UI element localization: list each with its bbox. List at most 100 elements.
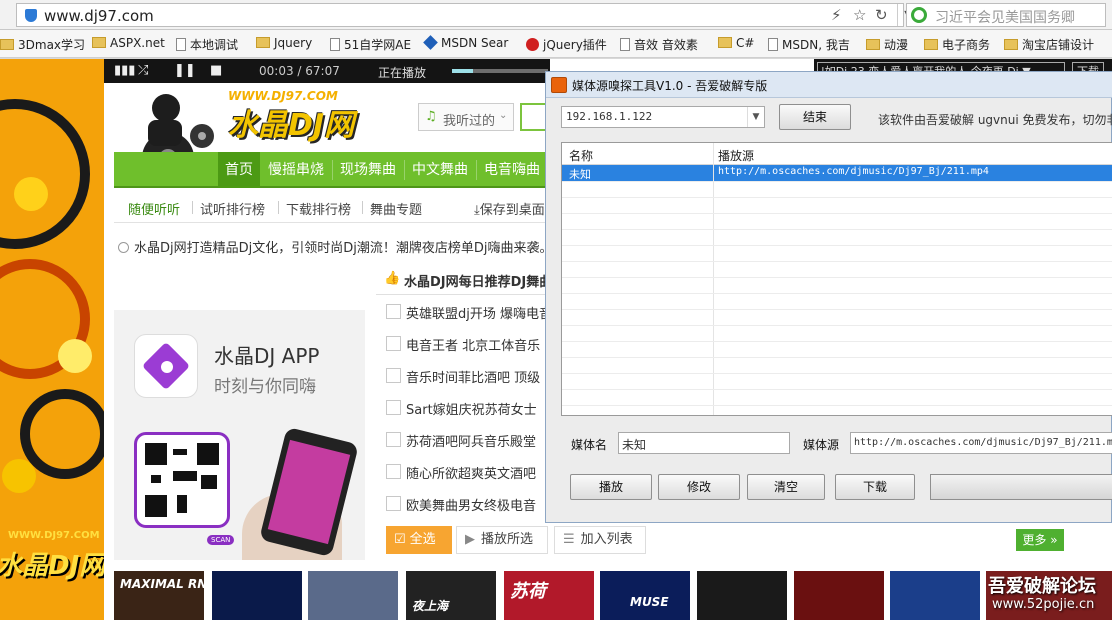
chevron-down-icon[interactable]: ▼	[747, 107, 764, 127]
bookmark-item[interactable]: C#	[718, 36, 754, 50]
list-item[interactable]: 欧美舞曲男女终极电音	[386, 488, 548, 520]
qr-block	[173, 449, 187, 455]
media-source-field[interactable]: http://m.oscaches.com/djmusic/Dj97_Bj/21…	[850, 432, 1112, 454]
checkbox[interactable]	[386, 336, 401, 351]
album-thumbnail[interactable]: MAXIMAL RNB	[114, 571, 204, 620]
checkbox[interactable]	[386, 400, 401, 415]
stop-icon[interactable]: ■	[210, 63, 222, 78]
window-titlebar[interactable]: 媒体源嗅探工具V1.0 - 吾爱破解专版	[546, 72, 1112, 98]
edit-button[interactable]: 修改	[658, 474, 740, 500]
bookmark-item[interactable]: 本地调试	[176, 36, 238, 53]
song-title[interactable]: 电音王者 北京工体音乐	[406, 335, 540, 354]
site-logo[interactable]: 水晶DJ网	[228, 100, 354, 144]
browser-search-input[interactable]: 习近平会见美国国务卿	[906, 3, 1106, 27]
bookmark-item[interactable]: Jquery	[256, 36, 312, 50]
save-to-desktop-link[interactable]: ⤓保存到桌面	[474, 199, 545, 218]
flower-decoration	[2, 459, 36, 493]
list-item[interactable]: 电音王者 北京工体音乐	[386, 328, 548, 360]
bookmark-item[interactable]: 51自学网AE	[330, 36, 411, 53]
list-item[interactable]: 英雄联盟dj开场 爆嗨电音	[386, 296, 552, 328]
add-to-list-button[interactable]: ☰ 加入列表	[554, 526, 646, 554]
bookmark-item[interactable]: 电子商务	[924, 36, 990, 53]
song-title[interactable]: 音乐时间菲比酒吧 顶级	[406, 367, 540, 386]
play-button[interactable]: 播放	[570, 474, 652, 500]
shuffle-icon[interactable]: ⤮	[138, 63, 148, 78]
bookmark-item[interactable]: jQuery插件	[526, 36, 607, 53]
nav-item[interactable]: 现场舞曲	[336, 152, 400, 188]
lightning-icon[interactable]: ⚡	[831, 6, 842, 24]
album-thumbnail[interactable]	[212, 571, 302, 620]
qr-block	[201, 475, 217, 489]
row-divider	[562, 277, 1112, 278]
select-all-button[interactable]: ☑ 全选	[386, 526, 452, 554]
song-title[interactable]: 欧美舞曲男女终极电音	[406, 495, 536, 514]
row-divider	[562, 309, 1112, 310]
bookmark-item[interactable]: 动漫	[866, 36, 908, 53]
song-title[interactable]: 苏荷酒吧阿兵音乐殿堂	[406, 431, 536, 450]
app-promo-panel[interactable]: 水晶DJ APP 时刻与你同嗨 SCAN	[114, 310, 365, 560]
nav-home[interactable]: 首页	[218, 152, 260, 188]
checkbox[interactable]	[386, 464, 401, 479]
browser-toolbar: www.dj97.com ⚡ ☆ ↻ ▼ 习近平会见美国国务卿	[0, 0, 1112, 30]
subnav-item[interactable]: 下载排行榜	[286, 199, 351, 218]
list-item[interactable]: 音乐时间菲比酒吧 顶级	[386, 360, 548, 392]
player-progress[interactable]	[452, 69, 548, 73]
stop-button[interactable]: 结束	[779, 104, 851, 130]
album-thumbnail[interactable]	[308, 571, 398, 620]
equalizer-icon[interactable]: ▮▮▮	[114, 63, 135, 78]
album-thumbnail[interactable]: 夜上海	[406, 571, 496, 620]
search-suggestion[interactable]: 习近平会见美国国务卿	[935, 7, 1075, 27]
album-thumbnail[interactable]	[890, 571, 980, 620]
address-url[interactable]: www.dj97.com	[44, 7, 154, 25]
row-divider	[562, 325, 1112, 326]
list-item[interactable]: 随心所欲超爽英文酒吧	[386, 456, 548, 488]
site-search-input[interactable]	[520, 103, 548, 131]
checkbox[interactable]	[386, 496, 401, 511]
subnav-item[interactable]: 试听排行榜	[200, 199, 265, 218]
bookmark-item[interactable]: MSDN Sear	[423, 35, 508, 50]
column-header-source[interactable]: 播放源	[718, 147, 754, 164]
album-thumbnail[interactable]	[794, 571, 884, 620]
list-item[interactable]: 苏荷酒吧阿兵音乐殿堂	[386, 424, 548, 456]
flower-decoration	[14, 177, 48, 211]
bookmark-item[interactable]: ASPX.net	[92, 36, 165, 50]
album-thumbnail[interactable]	[697, 571, 787, 620]
download-button[interactable]: 下载	[835, 474, 915, 500]
address-bar[interactable]: www.dj97.com ⚡ ☆ ↻ ▼	[16, 3, 913, 27]
subnav-divider	[362, 201, 363, 214]
bookmark-item[interactable]: 3Dmax学习	[0, 36, 85, 53]
ip-select[interactable]: 192.168.1.122 ▼	[561, 106, 765, 128]
checkbox[interactable]	[386, 304, 401, 319]
page-icon	[768, 38, 778, 51]
history-dropdown[interactable]: ♫ 我听过的 ⌄	[418, 103, 514, 131]
song-title[interactable]: 英雄联盟dj开场 爆嗨电音	[406, 303, 552, 322]
song-title[interactable]: 随心所欲超爽英文酒吧	[406, 463, 536, 482]
subnav-divider	[278, 201, 279, 214]
pause-icon[interactable]: ❚❚	[174, 63, 196, 78]
row-divider	[562, 245, 1112, 246]
reload-icon[interactable]: ↻	[875, 6, 888, 24]
subnav-item[interactable]: 随便听听	[128, 199, 180, 218]
bookmark-item[interactable]: 音效 音效素	[620, 36, 698, 53]
subnav-item[interactable]: 舞曲专题	[370, 199, 422, 218]
media-list[interactable]: 名称 播放源 未知 http://m.oscaches.com/djmusic/…	[561, 142, 1112, 416]
album-thumbnail[interactable]: MUSE	[600, 571, 690, 620]
more-button[interactable]: 更多 »	[1016, 529, 1064, 551]
star-icon[interactable]: ☆	[853, 6, 866, 24]
list-item[interactable]: Sart嫁姐庆祝苏荷女士	[386, 392, 548, 424]
album-thumbnail[interactable]: 苏荷	[504, 571, 594, 620]
row-divider	[562, 357, 1112, 358]
clear-button[interactable]: 清空	[747, 474, 825, 500]
nav-item[interactable]: 慢摇串烧	[264, 152, 328, 188]
media-name-field[interactable]: 未知	[618, 432, 790, 454]
checkbox[interactable]	[386, 368, 401, 383]
table-row[interactable]: 未知 http://m.oscaches.com/djmusic/Dj97_Bj…	[562, 165, 1112, 181]
play-selected-button[interactable]: ▶ 播放所选	[456, 526, 548, 554]
column-header-name[interactable]: 名称	[569, 147, 593, 164]
checkbox[interactable]	[386, 432, 401, 447]
nav-item[interactable]: 电音嗨曲	[480, 152, 544, 188]
song-title[interactable]: Sart嫁姐庆祝苏荷女士	[406, 399, 537, 418]
bookmark-item[interactable]: MSDN, 我吉	[768, 36, 850, 53]
nav-item[interactable]: 中文舞曲	[408, 152, 472, 188]
bookmark-item[interactable]: 淘宝店铺设计	[1004, 36, 1094, 53]
